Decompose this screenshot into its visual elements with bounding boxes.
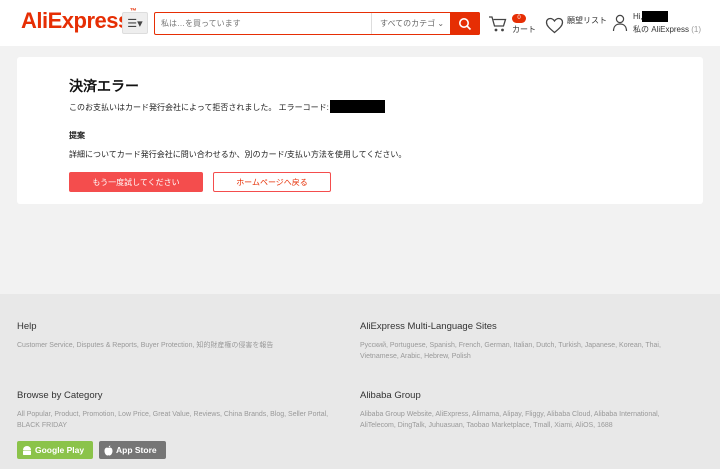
footer-browse: Browse by Category All Popular, Product,… bbox=[17, 390, 347, 431]
footer-alibaba-links[interactable]: Alibaba Group Website, AliExpress, Alima… bbox=[360, 409, 690, 431]
footer: Help Customer Service, Disputes & Report… bbox=[0, 294, 720, 469]
wishlist-link[interactable]: 願望リスト bbox=[545, 12, 607, 36]
footer-languages-links[interactable]: Русский, Portuguese, Spanish, French, Ge… bbox=[360, 340, 690, 362]
cart-count-badge: 0 bbox=[512, 14, 526, 23]
redacted-username bbox=[642, 11, 668, 22]
retry-button[interactable]: もう一度試してください bbox=[69, 172, 203, 192]
footer-alibaba: Alibaba Group Alibaba Group Website, Ali… bbox=[360, 390, 690, 431]
google-play-button[interactable]: Google Play bbox=[17, 441, 93, 459]
app-store-badges: Google Play App Store bbox=[17, 441, 166, 459]
category-select[interactable]: すべてのカテゴ ⌄ bbox=[371, 13, 449, 34]
category-menu-button[interactable]: ☰▾ bbox=[122, 12, 148, 34]
footer-languages-title: AliExpress Multi-Language Sites bbox=[360, 321, 497, 332]
search-bar: すべてのカテゴ ⌄ bbox=[154, 12, 480, 35]
cart-link[interactable]: 0 カート bbox=[488, 12, 538, 36]
footer-languages: AliExpress Multi-Language Sites Русский,… bbox=[360, 321, 690, 362]
menu-icon: ☰▾ bbox=[127, 17, 143, 30]
search-input[interactable] bbox=[161, 16, 361, 31]
suggestion-title: 提案 bbox=[69, 131, 85, 140]
search-button[interactable] bbox=[450, 12, 480, 35]
footer-browse-links[interactable]: All Popular, Product, Promotion, Low Pri… bbox=[17, 409, 347, 431]
footer-alibaba-title: Alibaba Group bbox=[360, 390, 421, 401]
app-store-button[interactable]: App Store bbox=[99, 441, 166, 459]
error-title: 決済エラー bbox=[69, 78, 139, 94]
footer-browse-title: Browse by Category bbox=[17, 390, 103, 401]
redacted-error-code bbox=[330, 100, 385, 113]
heart-icon bbox=[545, 17, 564, 34]
apple-icon bbox=[104, 445, 113, 455]
wishlist-label: 願望リスト bbox=[567, 16, 607, 25]
android-icon bbox=[23, 445, 31, 455]
error-message: このお支払いはカード発行会社によって拒否されました。 エラーコード: bbox=[69, 103, 329, 112]
footer-help-title: Help bbox=[17, 321, 37, 332]
back-to-home-button[interactable]: ホームページへ戻る bbox=[213, 172, 331, 192]
header: AliExpress™ ☰▾ すべてのカテゴ ⌄ 0 カート 願望リスト Hi,… bbox=[0, 0, 720, 46]
search-icon bbox=[459, 17, 472, 30]
user-icon bbox=[612, 14, 628, 32]
cart-icon bbox=[489, 16, 507, 32]
account-label: 私の AliExpress (1) bbox=[633, 25, 702, 34]
footer-help-links[interactable]: Customer Service, Disputes & Reports, Bu… bbox=[17, 340, 347, 351]
suggestion-text: 詳細についてカード発行会社に問い合わせるか、別のカード/支払い方法を使用してくだ… bbox=[69, 150, 407, 159]
payment-error-card: 決済エラー このお支払いはカード発行会社によって拒否されました。 エラーコード:… bbox=[17, 57, 703, 204]
footer-help: Help Customer Service, Disputes & Report… bbox=[17, 321, 347, 351]
account-menu[interactable]: Hi, 私の AliExpress (1) bbox=[612, 10, 712, 36]
cart-label: カート bbox=[512, 25, 536, 34]
aliexpress-logo[interactable]: AliExpress™ bbox=[21, 8, 137, 34]
